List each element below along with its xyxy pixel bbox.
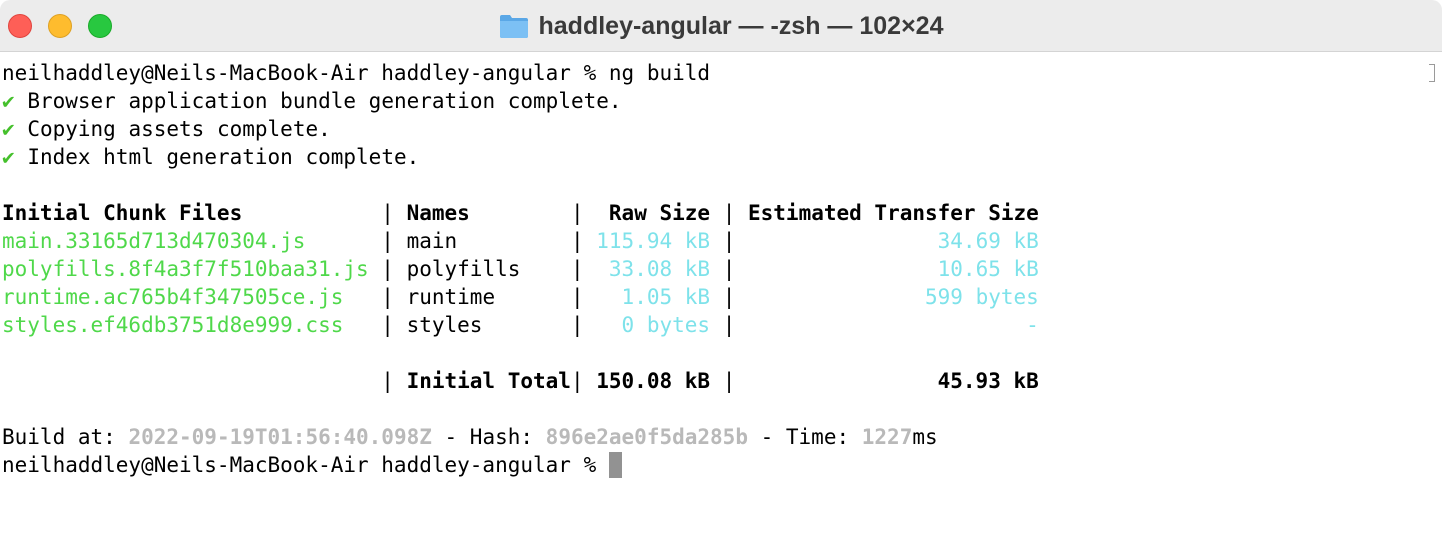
folder-icon (499, 15, 528, 38)
time-label: - Time: (747, 425, 862, 449)
status-line: ✔ Index html generation complete. (2, 143, 1442, 171)
chunk-file: main.33165d713d470304.js (2, 229, 382, 253)
transfer-size: 10.65 kB (748, 257, 1039, 281)
window-title: haddley-angular — -zsh — 102×24 (538, 11, 944, 40)
build-timestamp: 2022-09-19T01:56:40.098Z (128, 425, 432, 449)
check-icon: ✔ (2, 117, 15, 141)
chunk-name: polyfills (406, 257, 571, 281)
chunk-name: runtime (406, 285, 571, 309)
command: ng build (608, 61, 711, 85)
prompt: neilhaddley@Neils-MacBook-Air haddley-an… (2, 61, 597, 85)
build-info: Build at: 2022-09-19T01:56:40.098Z - Has… (2, 423, 1442, 451)
chunk-file: styles.ef46db3751d8e999.css (2, 313, 382, 337)
transfer-size: 599 bytes (748, 285, 1039, 309)
status-text: Browser application bundle generation co… (27, 89, 622, 113)
check-icon: ✔ (2, 89, 15, 113)
transfer-size: 34.69 kB (748, 229, 1039, 253)
chunk-name: main (406, 229, 571, 253)
hash-label: - Hash: (431, 425, 546, 449)
prompt-line: neilhaddley@Neils-MacBook-Air haddley-an… (2, 451, 1442, 479)
terminal-output[interactable]: neilhaddley@Neils-MacBook-Air haddley-an… (2, 59, 1442, 542)
check-icon: ✔ (2, 145, 15, 169)
build-time: 1227 (861, 425, 913, 449)
status-text: Index html generation complete. (27, 145, 420, 169)
time-unit: ms (912, 425, 938, 449)
status-line: ✔ Browser application bundle generation … (2, 87, 1442, 115)
prompt: neilhaddley@Neils-MacBook-Air haddley-an… (2, 453, 597, 477)
build-at-label: Build at: (2, 425, 129, 449)
window-title-area: haddley-angular — -zsh — 102×24 (0, 0, 1442, 52)
chunk-file: runtime.ac765b4f347505ce.js (2, 285, 382, 309)
terminal-window: haddley-angular — -zsh — 102×24 neilhadd… (0, 0, 1442, 542)
total-raw-size: 150.08 kB (596, 369, 711, 393)
header-names: Names (406, 201, 571, 225)
header-raw-size: Raw Size (596, 201, 711, 225)
cursor (608, 452, 622, 478)
raw-size: 0 bytes (596, 313, 711, 337)
table-row: polyfills.8f4a3f7f510baa31.js | polyfill… (2, 257, 1039, 281)
raw-size: 115.94 kB (596, 229, 711, 253)
title-bar[interactable]: haddley-angular — -zsh — 102×24 (0, 0, 1442, 52)
status-line: ✔ Copying assets complete. (2, 115, 1442, 143)
total-label: Initial Total (406, 369, 571, 393)
command-line: neilhaddley@Neils-MacBook-Air haddley-an… (2, 59, 1442, 87)
chunk-file: polyfills.8f4a3f7f510baa31.js (2, 257, 382, 281)
table-header: Initial Chunk Files | Names | Raw Size |… (2, 201, 1039, 225)
raw-size: 1.05 kB (596, 285, 711, 309)
transfer-size: - (748, 313, 1039, 337)
table-total: | Initial Total| 150.08 kB | 45.93 kB (2, 369, 1039, 393)
chunk-name: styles (406, 313, 571, 337)
status-text: Copying assets complete. (27, 117, 331, 141)
build-hash: 896e2ae0f5da285b (545, 425, 748, 449)
table-row: main.33165d713d470304.js | main | 115.94… (2, 229, 1039, 253)
table-row: runtime.ac765b4f347505ce.js | runtime | … (2, 285, 1039, 309)
header-chunk-files: Initial Chunk Files (2, 201, 382, 225)
raw-size: 33.08 kB (596, 257, 711, 281)
total-transfer-size: 45.93 kB (747, 369, 1039, 393)
table-row: styles.ef46db3751d8e999.css | styles | 0… (2, 313, 1039, 337)
header-transfer-size: Estimated Transfer Size (748, 201, 1039, 225)
